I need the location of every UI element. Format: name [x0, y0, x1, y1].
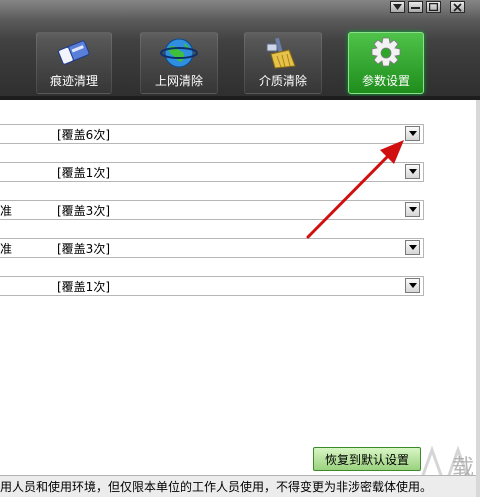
minimize-icon	[411, 7, 420, 9]
tab-internet-label: 上网清除	[154, 74, 203, 88]
gear-icon	[371, 37, 401, 67]
row-prefix: 准	[0, 242, 13, 256]
tab-partial[interactable]	[0, 32, 10, 94]
tab-internet[interactable]: 上网清除	[140, 32, 218, 94]
chevron-down-icon	[408, 245, 417, 250]
row-prefix: 准	[0, 204, 13, 218]
dropdown-arrow-button[interactable]	[405, 278, 420, 293]
status-bar: 用人员和使用环境，但仅限本单位的工作人员使用，不得变更为非涉密载体使用。	[0, 475, 476, 497]
app-header: 痕迹清理 上网清除 介质清除 参数设置	[0, 0, 480, 100]
close-button[interactable]	[450, 1, 465, 13]
tab-media[interactable]: 介质清除	[244, 32, 322, 94]
broom-icon	[266, 37, 296, 69]
menu-button[interactable]	[390, 1, 405, 13]
dropdown-value: [覆盖3次]	[57, 204, 110, 218]
dropdown-value: [覆盖1次]	[57, 280, 110, 294]
eraser-icon	[58, 40, 90, 65]
chevron-down-icon	[408, 283, 417, 288]
maximize-icon	[429, 3, 438, 11]
restore-defaults-button[interactable]: 恢复到默认设置	[313, 447, 421, 471]
annotation-arrow-icon	[306, 140, 404, 239]
tab-clean-label: 痕迹清理	[49, 74, 98, 88]
overwrite-setting-row: [覆盖1次]	[0, 276, 424, 296]
dropdown-value: [覆盖3次]	[57, 242, 110, 256]
close-icon	[453, 2, 462, 12]
dropdown-value: [覆盖6次]	[57, 128, 110, 142]
window-right-border	[476, 100, 480, 497]
chevron-down-icon	[393, 4, 402, 10]
minimize-button[interactable]	[408, 1, 423, 13]
dropdown-value: [覆盖1次]	[57, 166, 110, 180]
tab-clean[interactable]: 痕迹清理	[36, 32, 112, 94]
maximize-button[interactable]	[426, 1, 441, 13]
status-text: 用人员和使用环境，但仅限本单位的工作人员使用，不得变更为非涉密载体使用。	[0, 480, 433, 494]
globe-icon	[160, 38, 198, 68]
tab-settings-label: 参数设置	[361, 74, 410, 88]
tab-media-label: 介质清除	[258, 74, 307, 88]
tab-settings[interactable]: 参数设置	[348, 32, 424, 94]
